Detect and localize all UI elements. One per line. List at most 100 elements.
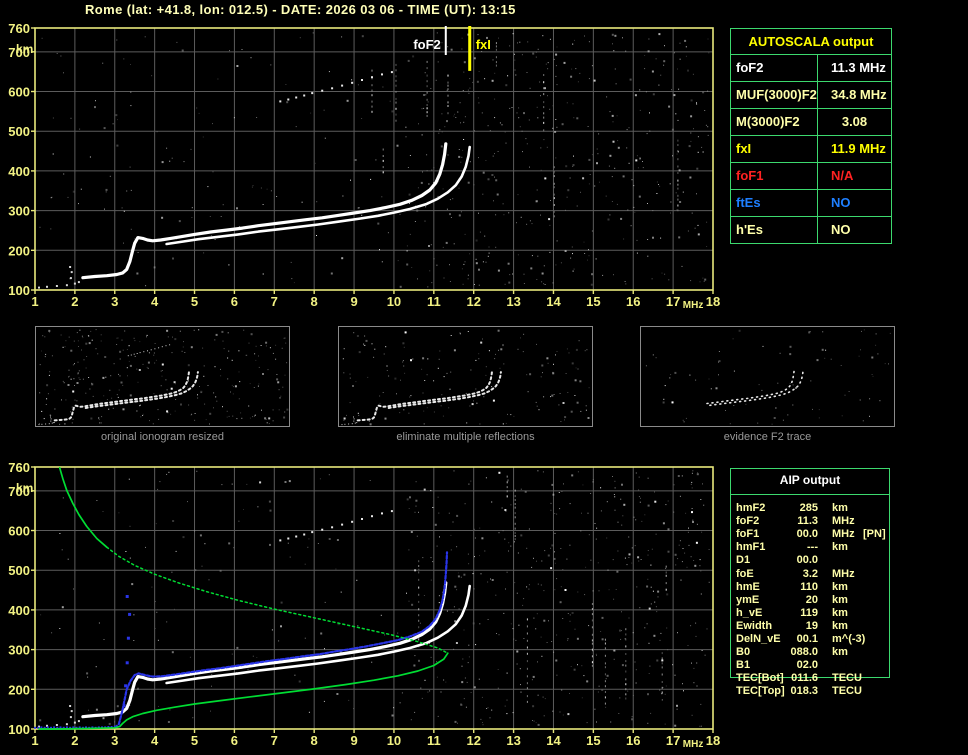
thumbnail-plot-1: [38, 329, 289, 426]
param-label: foF2: [731, 55, 818, 81]
param-value: 20: [805, 593, 818, 606]
aip-row-hmf1: hmF1 --- km: [730, 541, 930, 554]
table-row-fof2: foF2 11.3 MHz: [731, 55, 891, 82]
param-value: km: [832, 593, 848, 606]
param-value: 110: [800, 580, 818, 593]
svg-text:9: 9: [350, 733, 357, 748]
svg-text:200: 200: [8, 682, 30, 697]
param-label: hmE: [736, 580, 760, 593]
aip-row-hmf2: hmF2 285 km: [730, 502, 930, 515]
param-value: N/A: [831, 168, 854, 183]
aip-header-divider: [730, 494, 890, 495]
svg-text:15: 15: [586, 733, 600, 748]
aip-row-tec-top-: TEC[Top] 018.3 TECU: [730, 685, 930, 698]
svg-text:10: 10: [387, 733, 401, 748]
param-label: foF2: [736, 515, 760, 528]
svg-text:5: 5: [191, 294, 198, 309]
param-label: ymE: [736, 593, 760, 606]
svg-text:400: 400: [8, 164, 30, 179]
svg-text:500: 500: [8, 563, 30, 578]
svg-text:2: 2: [71, 294, 78, 309]
table-row-fxi: fxI 11.9 MHz: [731, 136, 891, 163]
series-profile-topside-solid: [58, 466, 108, 549]
param-value: 34.8 MHz: [831, 87, 887, 102]
param-value: 11.3: [797, 515, 818, 528]
svg-text:14: 14: [546, 294, 561, 309]
param-label: foE: [736, 567, 754, 580]
aip-row-fof1: foF1 00.0 MHz [PN]: [730, 528, 930, 541]
table-row-m3000f2: M(3000)F2 3.08: [731, 109, 891, 136]
param-label: M(3000)F2: [731, 109, 818, 135]
svg-text:7: 7: [271, 733, 278, 748]
series-e-tail: [38, 705, 80, 728]
param-value: 088.0: [790, 646, 818, 659]
svg-text:16: 16: [626, 733, 640, 748]
aip-row-b1: B1 02.0: [730, 659, 930, 672]
param-value: 119: [800, 606, 818, 619]
param-value: km: [832, 619, 848, 632]
param-value: 00.0: [796, 528, 818, 541]
svg-text:MHz: MHz: [683, 300, 704, 311]
aip-row-b0: B0 088.0 km: [730, 646, 930, 659]
param-label: MUF(3000)F2: [731, 82, 818, 108]
svg-text:600: 600: [8, 524, 30, 539]
table-row-ftes: ftEs NO: [731, 190, 891, 217]
param-label: h_vE: [736, 606, 763, 619]
param-value: NO: [831, 195, 851, 210]
aip-row-h-ve: h_vE 119 km: [730, 607, 930, 620]
svg-text:4: 4: [151, 294, 159, 309]
svg-text:17: 17: [666, 294, 680, 309]
param-value: km: [832, 541, 848, 554]
svg-text:9: 9: [350, 294, 357, 309]
svg-text:100: 100: [8, 722, 30, 737]
param-value: 00.1: [796, 633, 818, 645]
svg-text:5: 5: [191, 733, 198, 748]
param-value: [PN]: [863, 528, 886, 541]
param-value: 19: [805, 619, 818, 632]
param-value: 00.0: [796, 554, 818, 567]
svg-text:12: 12: [466, 294, 480, 309]
param-value: km: [832, 606, 848, 619]
aip-table-header: AIP output: [779, 473, 841, 487]
svg-text:15: 15: [586, 294, 600, 309]
aip-row-fof2: foF2 11.3 MHz: [730, 515, 930, 528]
param-value: MHz: [832, 528, 855, 541]
thumbnail-original-ionogram: [35, 326, 290, 427]
thumbnail-plot-3: [645, 329, 891, 425]
param-value: NO: [831, 222, 851, 237]
svg-text:fxI: fxI: [476, 37, 491, 52]
svg-text:300: 300: [8, 643, 30, 658]
param-value: TECU: [832, 672, 862, 685]
aip-row-hme: hmE 110 km: [730, 581, 930, 594]
svg-text:17: 17: [666, 733, 680, 748]
param-value: 3.2: [802, 567, 818, 580]
param-value: MHz: [832, 515, 855, 528]
series-e-tail: [38, 266, 80, 289]
svg-text:13: 13: [506, 733, 520, 748]
main-ionogram-plot: 1 2 3 4 5 6 7 8 9 10 11 12 13 14 15 16 17 187607006005004…: [8, 21, 720, 311]
svg-text:100: 100: [8, 283, 30, 298]
param-label: B1: [736, 659, 751, 672]
param-value: 011.6: [791, 672, 818, 685]
svg-text:km: km: [16, 481, 33, 495]
param-label: B0: [736, 646, 751, 659]
param-label: hmF1: [736, 541, 766, 554]
svg-text:300: 300: [8, 204, 30, 219]
svg-text:4: 4: [151, 733, 159, 748]
svg-text:1: 1: [31, 733, 38, 748]
svg-text:8: 8: [311, 294, 318, 309]
param-label: hmF2: [736, 502, 766, 514]
aip-row-tec-bot-: TEC[Bot] 011.6 TECU: [730, 672, 930, 685]
thumbnail-plot-2: [341, 329, 590, 426]
marker-fxi: fxI: [468, 26, 491, 71]
aip-row-ewidth: Ewidth 19 km: [730, 620, 930, 633]
param-value: 11.9 MHz: [831, 141, 886, 156]
table-row-fof1: foF1 N/A: [731, 163, 891, 190]
svg-text:foF2: foF2: [413, 37, 440, 52]
param-value: km: [832, 502, 848, 514]
svg-text:18: 18: [706, 294, 720, 309]
svg-text:400: 400: [8, 603, 30, 618]
series-multiple-reflection: [279, 71, 393, 103]
marker-fof2: foF2: [413, 26, 447, 55]
autoscala-screen: Rome (lat: +41.8, lon: 012.5) - DATE: 20…: [0, 0, 968, 755]
